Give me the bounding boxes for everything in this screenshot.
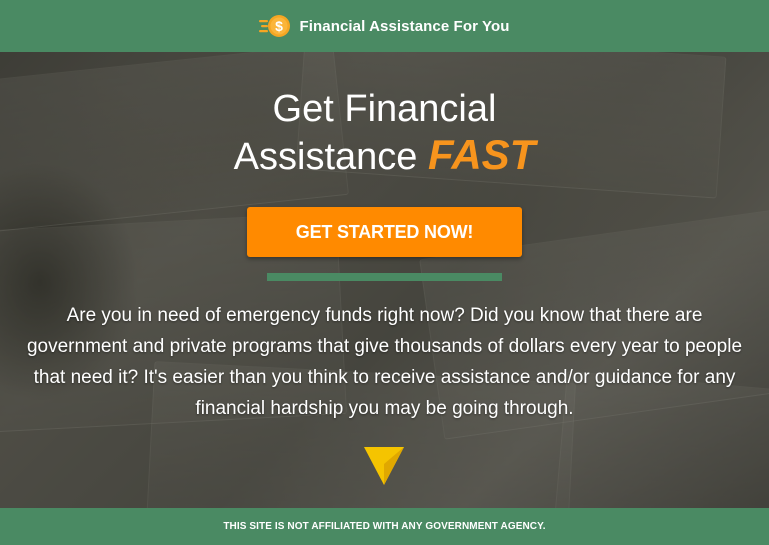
disclaimer-text: THIS SITE IS NOT AFFILIATED WITH ANY GOV… (223, 521, 546, 532)
arrow-down-icon[interactable] (363, 446, 405, 486)
landing-page: $ Financial Assistance For You Get Finan… (0, 0, 769, 545)
site-footer: THIS SITE IS NOT AFFILIATED WITH ANY GOV… (0, 508, 769, 545)
headline-line-2: Assistance (233, 136, 418, 178)
divider (267, 273, 502, 281)
logo-dollar-symbol: $ (276, 18, 284, 34)
page-title: Get Financial Assistance FAST (0, 86, 769, 180)
headline-line-1: Get Financial (272, 88, 497, 130)
brand[interactable]: $ Financial Assistance For You (259, 14, 509, 38)
get-started-button[interactable]: GET STARTED NOW! (247, 207, 522, 257)
dollar-coin-icon: $ (259, 15, 291, 37)
hero-content: Get Financial Assistance FAST GET STARTE… (0, 52, 769, 508)
headline-accent: FAST (427, 131, 536, 178)
brand-name: Financial Assistance For You (299, 17, 510, 35)
intro-paragraph: Are you in need of emergency funds right… (26, 305, 743, 419)
site-header: $ Financial Assistance For You (0, 0, 769, 52)
